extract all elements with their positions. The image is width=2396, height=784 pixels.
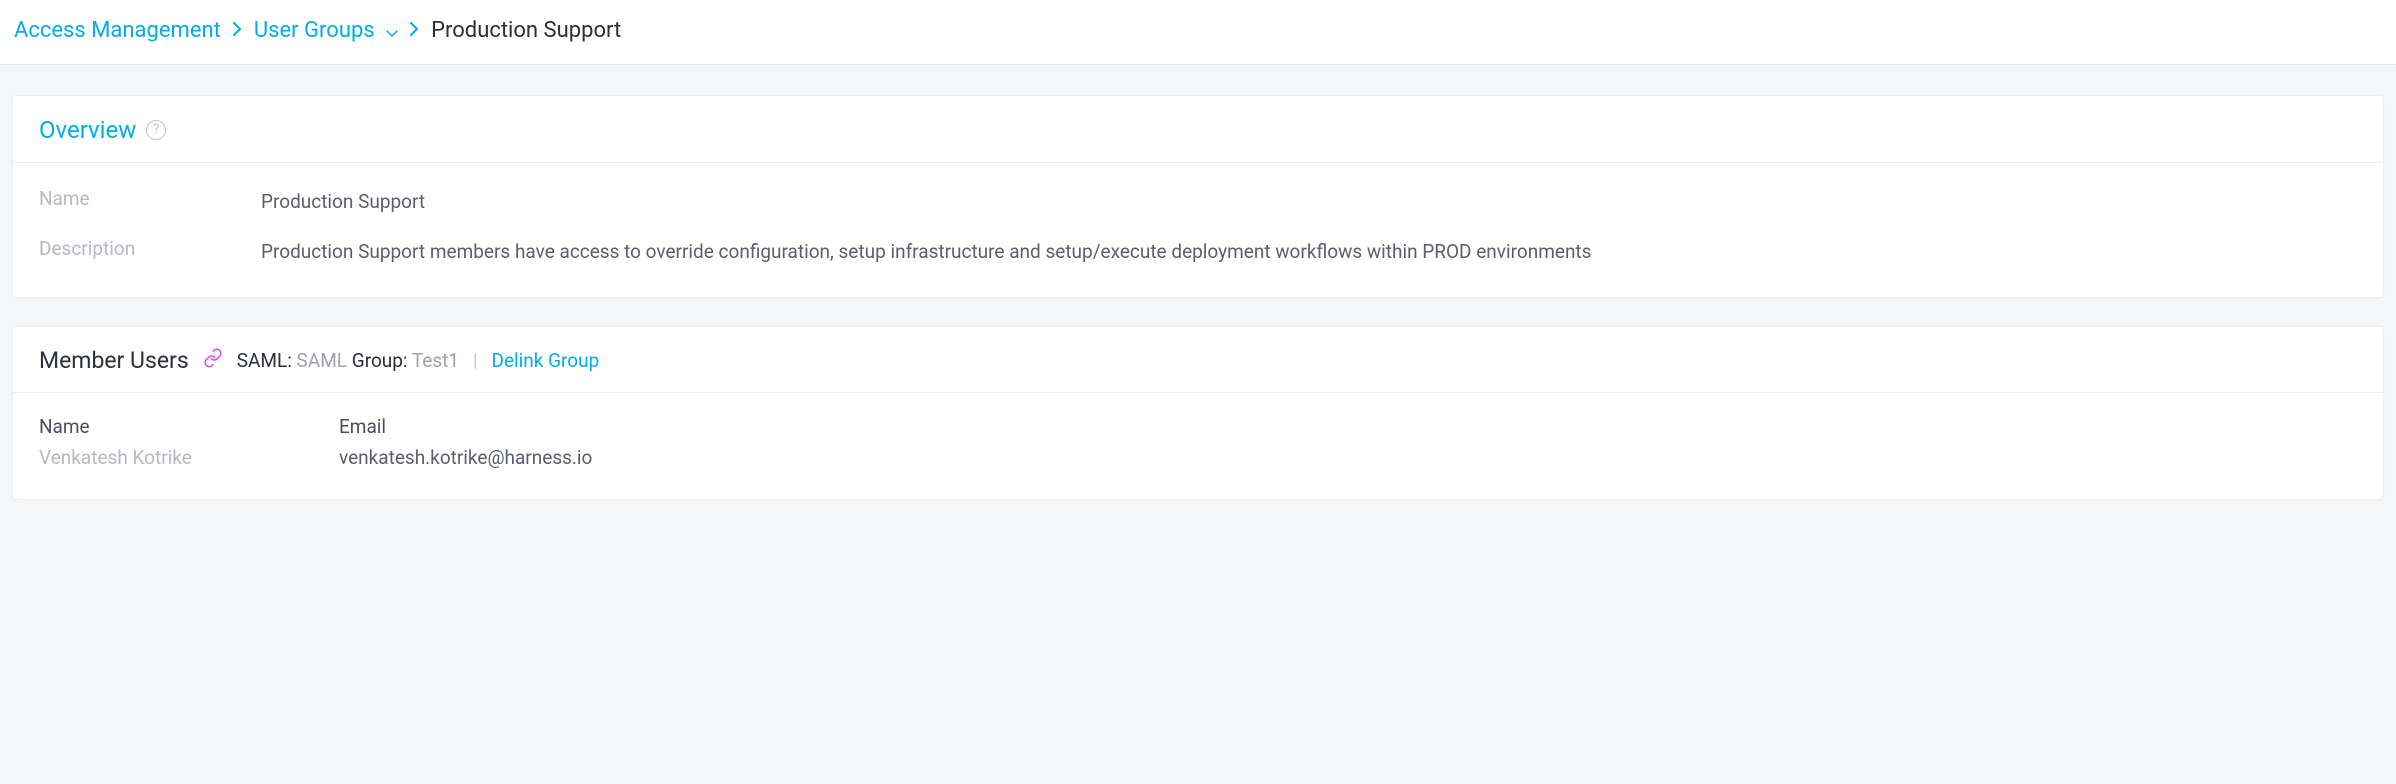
breadcrumb: Access Management User Groups Production… bbox=[0, 0, 2396, 65]
column-header-name: Name bbox=[39, 415, 339, 438]
link-icon bbox=[203, 348, 223, 373]
chevron-right-icon bbox=[410, 20, 419, 41]
group-label: Group: bbox=[352, 349, 408, 372]
breadcrumb-current: Production Support bbox=[431, 18, 621, 43]
overview-header: Overview ? bbox=[13, 96, 2383, 163]
field-name: Name Production Support bbox=[39, 187, 2357, 217]
column-header-email: Email bbox=[339, 415, 2357, 438]
saml-info: SAML: SAML Group: Test1 bbox=[237, 349, 459, 372]
overview-body: Name Production Support Description Prod… bbox=[13, 163, 2383, 298]
field-description: Description Production Support members h… bbox=[39, 237, 2357, 267]
page-body: Overview ? Name Production Support Descr… bbox=[0, 65, 2396, 549]
breadcrumb-user-groups[interactable]: User Groups bbox=[254, 18, 398, 44]
saml-value: SAML bbox=[297, 349, 348, 372]
delink-group-button[interactable]: Delink Group bbox=[491, 349, 599, 372]
member-users-body: Name Email Venkatesh Kotrike venkatesh.k… bbox=[13, 393, 2383, 499]
caret-down-icon bbox=[386, 19, 398, 44]
field-description-value: Production Support members have access t… bbox=[261, 237, 1621, 267]
saml-label: SAML: bbox=[237, 349, 292, 372]
overview-title[interactable]: Overview bbox=[39, 116, 136, 144]
member-table-header: Name Email bbox=[39, 415, 2357, 438]
table-row: Venkatesh Kotrike venkatesh.kotrike@harn… bbox=[39, 446, 2357, 469]
overview-card: Overview ? Name Production Support Descr… bbox=[12, 95, 2384, 299]
breadcrumb-access-management[interactable]: Access Management bbox=[14, 18, 221, 43]
group-value: Test1 bbox=[412, 349, 459, 372]
member-name: Venkatesh Kotrike bbox=[39, 446, 339, 469]
breadcrumb-user-groups-label: User Groups bbox=[254, 18, 375, 43]
separator: | bbox=[473, 350, 477, 371]
member-users-title: Member Users bbox=[39, 347, 189, 374]
field-description-label: Description bbox=[39, 237, 261, 267]
member-users-header: Member Users SAML: SAML Group: Test1 | D… bbox=[13, 327, 2383, 393]
help-icon[interactable]: ? bbox=[146, 120, 166, 140]
member-email: venkatesh.kotrike@harness.io bbox=[339, 446, 2357, 469]
member-users-card: Member Users SAML: SAML Group: Test1 | D… bbox=[12, 326, 2384, 500]
field-name-label: Name bbox=[39, 187, 261, 217]
field-name-value: Production Support bbox=[261, 187, 455, 217]
chevron-right-icon bbox=[233, 20, 242, 41]
